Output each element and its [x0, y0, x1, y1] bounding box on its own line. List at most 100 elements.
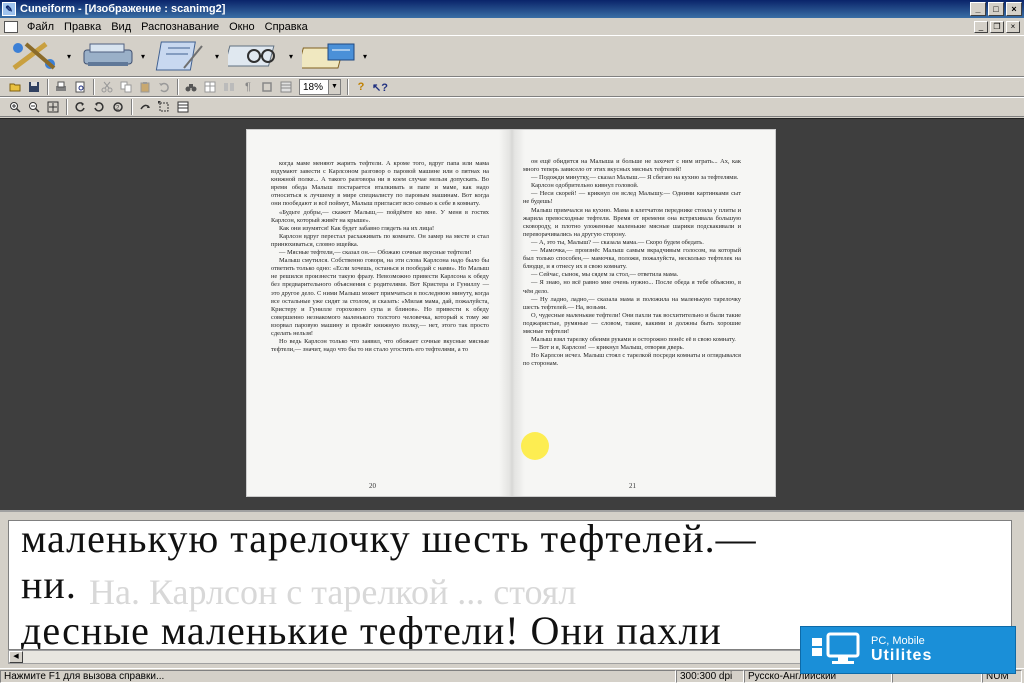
chevron-down-icon: ▼	[328, 80, 340, 94]
select-area-button[interactable]	[155, 99, 173, 115]
help-button[interactable]: ?	[352, 79, 370, 95]
save-result-dropdown[interactable]: ▾	[360, 52, 370, 61]
paragraph-icon: ¶	[245, 81, 251, 93]
zoom-line: десные маленькие тефтели! Они пахли	[21, 608, 722, 650]
layout-icon[interactable]	[154, 38, 212, 74]
right-paragraph: Но Карлсон исчез. Малыш стоял с тарелкой…	[523, 352, 741, 368]
right-paragraph: он ещё обидится на Малыша и больше не за…	[523, 158, 741, 174]
mdi-restore-button[interactable]: ❐	[990, 20, 1004, 33]
undo-button[interactable]	[155, 79, 173, 95]
columns-button[interactable]	[220, 79, 238, 95]
image-icon	[177, 101, 189, 113]
printer-icon	[56, 81, 66, 91]
close-button[interactable]: ×	[1006, 2, 1022, 16]
question-icon: ?	[357, 81, 365, 93]
wizard-dropdown[interactable]: ▾	[64, 52, 74, 61]
rotate-180-button[interactable]: 2	[109, 99, 127, 115]
menu-edit[interactable]: Правка	[59, 21, 106, 33]
scan-dropdown[interactable]: ▾	[138, 52, 148, 61]
right-paragraph: О, чудесные маленькие тефтели! Они пахли…	[523, 311, 741, 335]
app-icon: ✎	[2, 2, 16, 16]
zoom-select[interactable]: 18% ▼	[299, 79, 341, 95]
paste-button[interactable]	[136, 79, 154, 95]
copy-button[interactable]	[117, 79, 135, 95]
minimize-button[interactable]: _	[970, 2, 986, 16]
menu-view[interactable]: Вид	[106, 21, 136, 33]
right-paragraph: — Я знаю, но всё равно мне очень нужно..…	[523, 279, 741, 295]
watermark-line1: PC, Mobile	[871, 635, 925, 647]
frame-icon	[262, 82, 272, 92]
zoom-out-button[interactable]	[25, 99, 43, 115]
preview-button[interactable]	[71, 79, 89, 95]
undo-icon	[159, 82, 169, 93]
menu-recognition[interactable]: Распознавание	[136, 21, 224, 33]
fit-button[interactable]	[44, 99, 62, 115]
grid-button[interactable]	[277, 79, 295, 95]
menu-file[interactable]: Файл	[22, 21, 59, 33]
left-paragraph: Малыш смутился. Собственно говоря, на эт…	[271, 257, 489, 337]
right-paragraph: — Мамочка,— произнёс Малыш самым вкрадчи…	[523, 247, 741, 271]
rotate-180-icon: 2	[113, 102, 123, 112]
status-help: Нажмите F1 для вызова справки...	[0, 669, 676, 683]
grid-icon	[280, 81, 292, 93]
left-paragraph: «Будьте добры,— скажет Малыш,— пойдёмте …	[271, 208, 489, 224]
layout-dropdown[interactable]: ▾	[212, 52, 222, 61]
table-button[interactable]	[201, 79, 219, 95]
fit-page-icon	[47, 101, 59, 113]
context-help-button[interactable]: ↖?	[371, 79, 389, 95]
zoom-in-icon	[10, 102, 21, 113]
deskew-icon	[140, 104, 150, 110]
print-button[interactable]	[52, 79, 70, 95]
rotate-left-button[interactable]	[71, 99, 89, 115]
recognize-icon[interactable]	[228, 38, 286, 74]
find-button[interactable]	[182, 79, 200, 95]
left-page-text: когда маме меняют жарить тефтели. А кром…	[271, 160, 489, 354]
right-paragraph: — Вот и я, Карлсон! — крикнул Малыш, отв…	[531, 344, 685, 352]
left-page-number: 20	[369, 482, 376, 490]
binoculars-icon	[185, 84, 197, 92]
paragraph-button[interactable]: ¶	[239, 79, 257, 95]
status-dpi: 300:300 dpi	[676, 669, 744, 683]
watermark-line2: Utilites	[871, 647, 933, 664]
scan-icon[interactable]	[80, 38, 138, 74]
title-bar: ✎ Cuneiform - [Изображение : scanimg2] _…	[0, 0, 1024, 18]
table-icon	[204, 81, 216, 93]
standard-toolbar: ¶ 18% ▼ ? ↖?	[0, 77, 1024, 97]
mdi-close-button[interactable]: ×	[1006, 20, 1020, 33]
image-pane[interactable]: когда маме меняют жарить тефтели. А кром…	[0, 118, 1024, 510]
zoom-in-button[interactable]	[6, 99, 24, 115]
zoom-value: 18%	[303, 81, 324, 93]
clipboard-icon	[140, 82, 150, 93]
document-icon[interactable]	[4, 20, 18, 33]
menu-bar: Файл Правка Вид Распознавание Окно Справ…	[0, 18, 1024, 35]
zoom-line: маленькую тарелочку шесть тефтелей.—	[21, 520, 757, 561]
zoom-out-icon	[29, 102, 40, 113]
copy-icon	[120, 81, 132, 93]
menu-window[interactable]: Окно	[224, 21, 260, 33]
save-button[interactable]	[25, 79, 43, 95]
image-button[interactable]	[174, 99, 192, 115]
image-toolbar: 2	[0, 97, 1024, 117]
open-button[interactable]	[6, 79, 24, 95]
mdi-minimize-button[interactable]: _	[974, 20, 988, 33]
right-paragraph: Малыш примчался на кухню. Мама в клетчат…	[523, 206, 741, 238]
scissors-icon	[101, 81, 113, 93]
right-paragraph: — Ну ладно, ладно,— сказала мама и полож…	[523, 295, 741, 311]
recognize-dropdown[interactable]: ▾	[286, 52, 296, 61]
wizard-icon[interactable]	[6, 38, 64, 74]
left-paragraph: Карлсон вдруг перестал расхаживать по ко…	[271, 232, 489, 248]
folder-icon	[9, 83, 21, 92]
menu-help[interactable]: Справка	[260, 21, 313, 33]
ghost-text: На. Карлсон с тарелкой ... стоял	[89, 572, 577, 612]
scanned-image[interactable]: когда маме меняют жарить тефтели. А кром…	[246, 129, 776, 497]
right-paragraph: — Подожди минутку,— сказал Малыш.— Я сбе…	[531, 174, 739, 182]
frame-button[interactable]	[258, 79, 276, 95]
right-paragraph: — А, это ты, Малыш? — сказала мама.— Ско…	[531, 238, 704, 246]
rotate-right-button[interactable]	[90, 99, 108, 115]
deskew-button[interactable]	[136, 99, 154, 115]
right-paragraph: — Сейчас, сынок, мы сядем за стол,— отве…	[531, 271, 679, 279]
scroll-left-button[interactable]: ◀	[9, 651, 23, 663]
save-result-icon[interactable]	[302, 38, 360, 74]
maximize-button[interactable]: □	[988, 2, 1004, 16]
cut-button[interactable]	[98, 79, 116, 95]
